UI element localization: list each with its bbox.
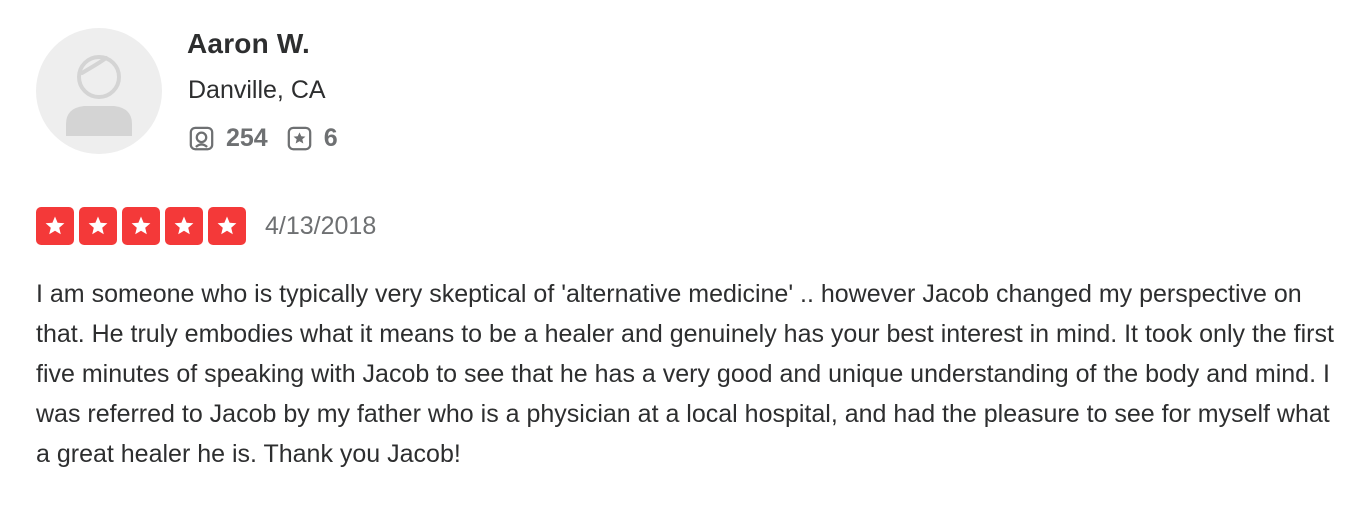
review-count-icon	[189, 126, 214, 151]
avatar[interactable]	[36, 28, 162, 154]
star-3	[122, 207, 160, 245]
photo-count: 6	[323, 124, 338, 152]
review-count-stat: 254	[188, 124, 268, 153]
star-icon	[131, 216, 151, 235]
user-stats: 254 6	[188, 124, 338, 153]
default-user-avatar-icon	[66, 55, 132, 136]
rating-row: 4/13/2018	[36, 207, 376, 245]
review-card: Aaron W. Danville, CA 254 6 4/13/2018 I …	[0, 0, 1356, 524]
user-name[interactable]: Aaron W.	[187, 28, 310, 60]
photo-count-stat: 6	[286, 124, 338, 153]
star-rating	[36, 207, 246, 245]
user-location: Danville, CA	[188, 76, 326, 104]
star-2	[79, 207, 117, 245]
star-icon	[174, 216, 194, 235]
star-5	[208, 207, 246, 245]
review-date: 4/13/2018	[265, 211, 377, 240]
star-badge-icon	[287, 126, 312, 151]
review-text: I am someone who is typically very skept…	[36, 280, 1334, 468]
star-icon	[45, 216, 65, 235]
star-4	[165, 207, 203, 245]
star-1	[36, 207, 74, 245]
star-icon	[217, 216, 237, 235]
star-icon	[88, 216, 108, 235]
review-count: 254	[226, 124, 268, 152]
